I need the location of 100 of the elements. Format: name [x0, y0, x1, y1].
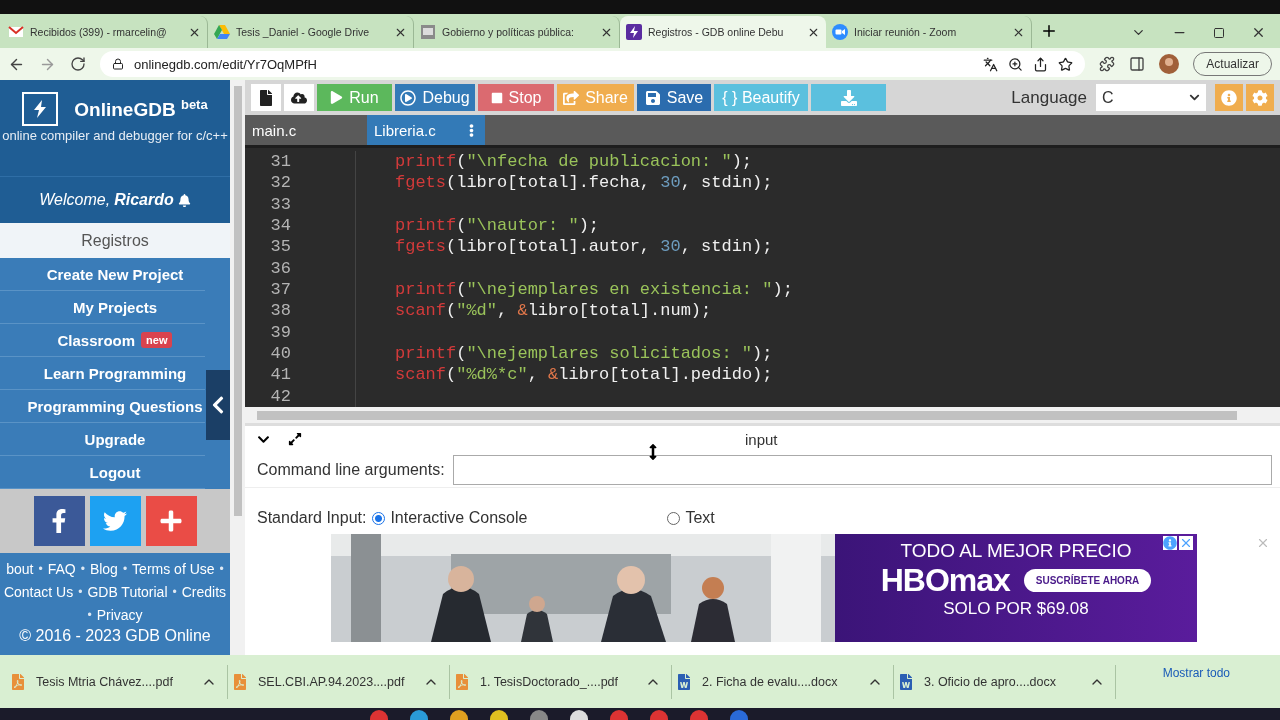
line-number: 32 — [269, 173, 291, 193]
debug-button[interactable]: Debug — [395, 84, 475, 111]
project-name: Registros — [0, 223, 230, 258]
collapse-button[interactable] — [206, 370, 230, 440]
video-camera-icon — [832, 24, 848, 40]
new-tab-icon[interactable] — [1040, 22, 1058, 40]
sidebar-item[interactable]: Programming Questions — [0, 390, 205, 423]
footer-link[interactable]: Terms of Use — [132, 560, 215, 577]
footer-link[interactable]: Contact Us — [3, 583, 74, 600]
download-item[interactable]: 3. Oficio de apro....docx — [894, 664, 1116, 699]
download-item[interactable]: Tesis Mtria Chávez....pdf — [6, 664, 228, 699]
line-number: 36 — [269, 258, 291, 278]
bullet: • — [219, 561, 224, 576]
welcome-text: Welcome, — [39, 191, 111, 209]
tagline: online compiler and debugger for c/c++ — [2, 128, 228, 144]
share-icon — [563, 89, 580, 106]
show-all-link[interactable]: Mostrar todo — [1162, 665, 1230, 680]
update-button[interactable]: Actualizar — [1193, 52, 1272, 76]
language-select[interactable]: C — [1096, 84, 1206, 111]
close-icon[interactable] — [1251, 25, 1266, 40]
bell-icon[interactable] — [177, 193, 191, 207]
taskbar-icon[interactable] — [570, 710, 588, 720]
info-icon — [1221, 89, 1237, 106]
word-file-icon — [676, 673, 692, 690]
translate-icon[interactable] — [983, 56, 999, 72]
footer-link[interactable]: Privacy — [96, 606, 143, 623]
star-icon[interactable] — [1058, 56, 1074, 72]
file-tab[interactable]: main.c — [245, 115, 367, 145]
bullet: • — [80, 561, 85, 576]
radio-label: Text — [685, 509, 715, 527]
footer-link[interactable]: GDB Tutorial — [87, 583, 168, 600]
subscribe-button[interactable]: SUSCRÍBETE AHORA — [1023, 569, 1152, 592]
scrollbar[interactable] — [257, 410, 1237, 420]
language-label: Language — [1011, 87, 1087, 108]
ad-banner[interactable]: TODO AL MEJOR PRECIO HBOmax SUSCRÍBETE AHORA SOLO POR $69.08 — [835, 534, 1197, 642]
arguments-field[interactable] — [452, 454, 1272, 485]
save-button[interactable]: Save — [637, 84, 711, 111]
scrollbar[interactable] — [233, 86, 242, 516]
code-line: fgets(libro[total].fecha, 30, stdin); — [395, 173, 773, 193]
code-line: scanf("%d", &libro[total].num); — [395, 301, 712, 321]
run-button[interactable]: Run — [317, 84, 392, 111]
restore-icon[interactable] — [1213, 26, 1225, 39]
url-text: onlinegdb.com/edit/Yr7OqMPfH — [134, 56, 318, 72]
taskbar-icon[interactable] — [490, 710, 508, 720]
radio-button[interactable] — [667, 511, 681, 525]
bullet: • — [78, 584, 83, 599]
extensions-icon[interactable] — [1099, 56, 1116, 72]
pdf-file-icon — [454, 673, 470, 690]
download-icon — [840, 89, 857, 106]
stop-button[interactable]: Stop — [478, 84, 554, 111]
twitter-button[interactable] — [89, 496, 141, 546]
download-item[interactable]: 2. Ficha de evalu....docx — [672, 664, 894, 699]
sidebar-item[interactable]: Classroom new — [0, 324, 205, 357]
download-item[interactable]: 1. TesisDoctorado_....pdf — [450, 664, 672, 699]
bullet: • — [172, 584, 177, 599]
share-more-button[interactable] — [145, 496, 197, 546]
bullet: • — [122, 561, 128, 576]
radio-button[interactable] — [372, 511, 386, 525]
image-icon — [420, 24, 436, 40]
plus-icon — [159, 509, 183, 533]
line-number: 40 — [269, 344, 291, 364]
code-line: printf("\nejemplares en existencia: "); — [395, 280, 793, 300]
upload-button[interactable] — [284, 84, 314, 111]
footer-link[interactable]: FAQ — [47, 560, 76, 577]
sidebar-item[interactable]: My Projects — [0, 291, 205, 324]
info-icon[interactable] — [1163, 536, 1177, 550]
browser-tab[interactable]: Registros - GDB online Debu — [620, 16, 826, 48]
address-bar[interactable]: onlinegdb.com/edit/Yr7OqMPfH — [100, 51, 1086, 77]
footer-link[interactable]: Credits — [181, 583, 227, 600]
line-number: 39 — [269, 322, 291, 342]
new-file-button[interactable] — [251, 84, 281, 111]
stop-icon — [490, 91, 503, 104]
facebook-button[interactable] — [33, 496, 85, 546]
line-number: 33 — [269, 194, 291, 214]
footer-link[interactable]: Blog — [89, 560, 118, 577]
sidebar-item[interactable]: Create New Project — [0, 258, 205, 291]
line-number: 37 — [269, 280, 291, 300]
line-number: 41 — [269, 365, 291, 385]
radio-label: Interactive Console — [390, 509, 528, 527]
download-item[interactable]: SEL.CBI.AP.94.2023....pdf — [228, 664, 450, 699]
line-number: 42 — [269, 386, 291, 406]
ad-logo: HBOmax — [880, 562, 1010, 599]
code-line: printf("\nautor: "); — [395, 216, 600, 236]
taskbar-icon[interactable] — [450, 710, 468, 720]
twitter-icon — [103, 509, 127, 533]
expand-icon[interactable] — [288, 432, 302, 446]
taskbar-icon[interactable] — [410, 710, 428, 720]
sidebar-item[interactable]: Learn Programming — [0, 357, 205, 390]
share-icon[interactable] — [1033, 56, 1049, 72]
footer-link[interactable]: bout — [6, 560, 34, 577]
side-panel-icon[interactable] — [1129, 56, 1146, 72]
word-file-icon — [898, 673, 914, 690]
zoom-icon[interactable] — [1008, 56, 1024, 72]
lightning-icon — [626, 24, 642, 40]
sidebar-item[interactable]: Upgrade — [0, 423, 205, 456]
drive-icon — [214, 25, 230, 39]
file-tab[interactable]: Libreria.c — [367, 115, 485, 145]
lock-icon — [112, 58, 124, 70]
reload-icon[interactable] — [70, 56, 86, 72]
avatar-icon[interactable] — [1159, 54, 1180, 74]
